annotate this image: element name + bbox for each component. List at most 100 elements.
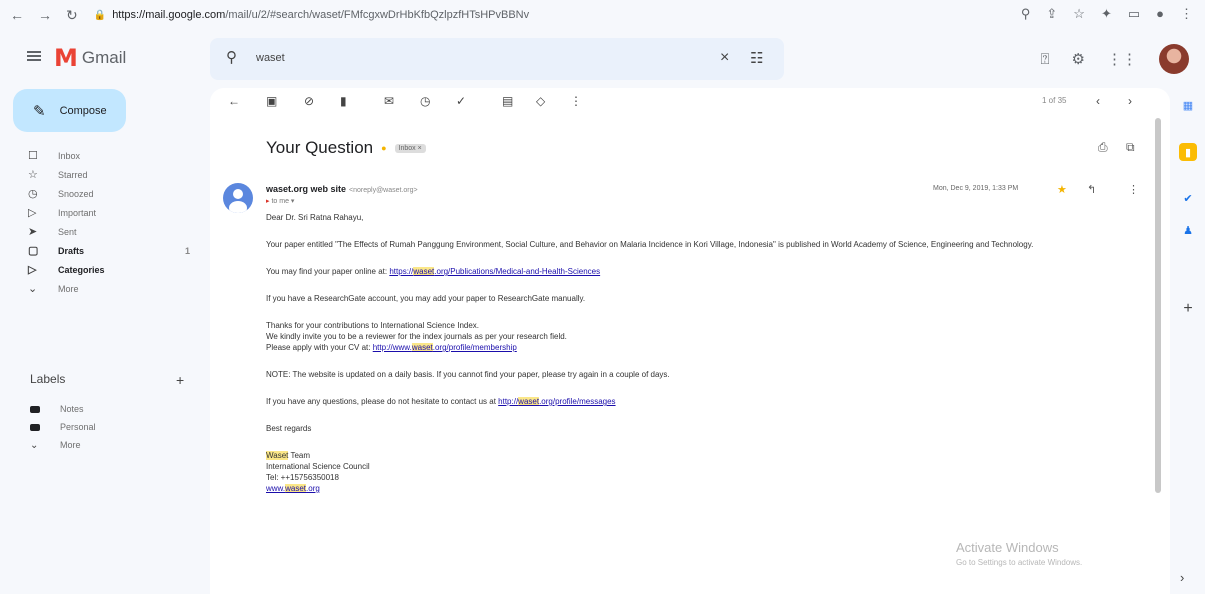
sidebar-icon[interactable]: ▭ — [1128, 6, 1140, 22]
account-avatar[interactable] — [1159, 44, 1189, 74]
archive-icon[interactable]: ▣ — [266, 94, 277, 108]
calendar-icon[interactable]: ▦ — [1179, 96, 1197, 114]
apps-grid-icon[interactable]: ⋮⋮ — [1107, 50, 1137, 68]
bookmark-star-icon[interactable]: ☆ — [1073, 6, 1085, 22]
sidebar-item-label: Important — [58, 207, 97, 218]
clear-search-icon[interactable]: × — [720, 49, 729, 67]
pencil-icon: ✎ — [33, 102, 46, 120]
mark-unread-icon[interactable]: ✉ — [384, 94, 394, 108]
signature-team: Waset Team — [266, 450, 1146, 461]
label-item-notes[interactable]: Notes — [0, 400, 96, 418]
recipient-line[interactable]: ▸ to me ▾ — [266, 197, 294, 205]
link-part: www. — [266, 484, 286, 493]
label-item-personal[interactable]: Personal — [0, 418, 96, 436]
open-new-window-icon[interactable]: ⧉ — [1126, 140, 1135, 155]
chevron-down-icon: ⌄ — [30, 439, 39, 451]
zoom-icon[interactable]: ⚲ — [1021, 6, 1031, 22]
label-icon[interactable]: ◇ — [536, 94, 545, 108]
watermark-line: Go to Settings to activate Windows. — [956, 558, 1083, 567]
settings-gear-icon[interactable]: ⚙ — [1072, 50, 1085, 68]
keep-icon[interactable]: ▮ — [1179, 143, 1197, 161]
labels-heading: Labels + — [30, 372, 190, 388]
sidebar-item-important[interactable]: ▷ Important — [0, 203, 200, 222]
subject-text: Your Question — [266, 138, 374, 157]
website-link[interactable]: www.waset.org — [266, 483, 1146, 494]
link-part: .org/profile/membership — [432, 343, 517, 352]
help-icon[interactable]: ⍰ — [1041, 51, 1050, 68]
star-icon[interactable]: ★ — [1057, 183, 1067, 196]
newer-icon[interactable]: ‹ — [1096, 94, 1100, 108]
link-intro: You may find your paper online at: — [266, 267, 390, 276]
tasks-icon[interactable]: ✔ — [1179, 189, 1197, 207]
team-text: Team — [288, 451, 311, 460]
reply-icon[interactable]: ↰ — [1087, 183, 1096, 196]
search-options-icon[interactable]: ☷ — [750, 49, 763, 67]
hamburger-icon[interactable] — [27, 51, 41, 61]
label-name: More — [60, 440, 81, 450]
sidebar-item-snoozed[interactable]: ◷ Snoozed — [0, 184, 200, 203]
search-input[interactable]: waset — [256, 52, 285, 64]
inbox-tag[interactable]: Inbox × — [394, 143, 426, 153]
sender-avatar — [223, 183, 253, 213]
add-label-icon[interactable]: + — [176, 372, 184, 388]
membership-link[interactable]: http://www.waset.org/profile/membership — [373, 343, 517, 352]
signature: Waset Team International Science Council… — [266, 450, 1146, 494]
profile-icon[interactable]: ● — [1156, 6, 1164, 22]
sidebar-item-inbox[interactable]: ☐ Inbox — [0, 146, 200, 165]
important-marker-icon[interactable]: ● — [381, 143, 386, 153]
forward-arrow-icon[interactable]: → — [38, 7, 52, 24]
publication-link[interactable]: https://waset.org/Publications/Medical-a… — [389, 267, 600, 276]
reload-icon[interactable]: ↻ — [66, 7, 78, 24]
report-spam-icon[interactable]: ⊘ — [304, 94, 314, 108]
body-paragraph: NOTE: The website is updated on a daily … — [266, 370, 670, 379]
messages-link[interactable]: http://waset.org/profile/messages — [498, 397, 616, 406]
sidebar-item-more[interactable]: ⌄ More — [0, 279, 200, 298]
scrollbar[interactable] — [1155, 118, 1161, 493]
label-tag-icon — [30, 423, 40, 431]
extensions-icon[interactable]: ✦ — [1101, 6, 1112, 22]
gmail-m-icon: M — [54, 44, 78, 72]
labels-title: Labels — [30, 372, 66, 386]
delete-icon[interactable]: ▮ — [340, 94, 347, 108]
search-icon[interactable]: ⚲ — [226, 48, 237, 66]
share-icon[interactable]: ⇪ — [1046, 6, 1057, 22]
address-bar[interactable]: https://mail.google.com/mail/u/2/#search… — [112, 9, 632, 21]
sidebar-item-categories[interactable]: ▷ Categories — [0, 260, 200, 279]
label-name: Notes — [60, 404, 84, 414]
sidebar-item-drafts[interactable]: ▢ Drafts 1 — [0, 241, 200, 260]
more-options-icon[interactable]: ⋮ — [1128, 183, 1139, 196]
browser-menu-icon[interactable]: ⋮ — [1180, 6, 1193, 22]
sidebar-nav: ☐ Inbox ☆ Starred ◷ Snoozed ▷ Important ➤ Sen… — [0, 146, 200, 298]
older-icon[interactable]: › — [1128, 94, 1132, 108]
add-task-icon[interactable]: ✓ — [456, 94, 466, 108]
more-actions-icon[interactable]: ⋮ — [570, 94, 582, 108]
message-pane: ← ▣ ⊘ ▮ ✉ ◷ ✓ ▤ ◇ ⋮ 1 of 35 ‹ › Your Que… — [210, 88, 1170, 594]
sender-name[interactable]: waset.org web site — [266, 184, 346, 194]
sidebar-item-starred[interactable]: ☆ Starred — [0, 165, 200, 184]
back-to-list-icon[interactable]: ← — [228, 94, 240, 108]
link-part: https:// — [389, 267, 414, 276]
sidebar-item-sent[interactable]: ➤ Sent — [0, 222, 200, 241]
link-part: http://www. — [372, 343, 412, 352]
gmail-logo[interactable]: M Gmail — [54, 44, 126, 72]
get-addons-icon[interactable]: + — [1179, 300, 1197, 318]
lock-icon[interactable]: 🔒 — [94, 10, 106, 21]
greeting: Dear Dr. Sri Ratna Rahayu, — [266, 213, 364, 222]
signature-org: International Science Council — [266, 462, 370, 471]
link-part: http:// — [498, 397, 519, 406]
body-paragraph: You may find your paper online at: https… — [266, 266, 1146, 277]
move-to-icon[interactable]: ▤ — [502, 94, 513, 108]
categories-icon: ▷ — [28, 264, 37, 276]
message-toolbar: ← ▣ ⊘ ▮ ✉ ◷ ✓ ▤ ◇ ⋮ 1 of 35 ‹ › — [210, 88, 1170, 114]
print-icon[interactable]: ⎙ — [1098, 140, 1108, 155]
back-arrow-icon[interactable]: ← — [10, 7, 24, 24]
contacts-icon[interactable]: ♟ — [1179, 221, 1197, 239]
show-side-panel-icon[interactable]: › — [1180, 570, 1184, 585]
search-bar[interactable]: ⚲ waset × ☷ — [210, 38, 784, 80]
drafts-count: 1 — [185, 245, 191, 256]
label-item-more[interactable]: ⌄ More — [0, 436, 96, 454]
body-line: We kindly invite you to be a reviewer fo… — [266, 332, 567, 341]
sidebar-item-label: Inbox — [58, 150, 81, 161]
snooze-icon[interactable]: ◷ — [420, 94, 430, 108]
compose-button[interactable]: ✎ Compose — [13, 89, 126, 132]
